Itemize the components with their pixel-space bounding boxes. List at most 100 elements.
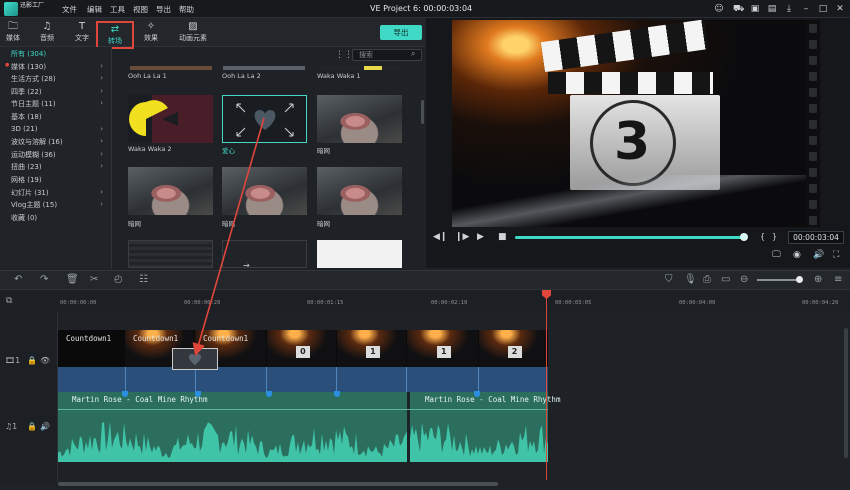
volume-icon[interactable]: 🔊 (40, 422, 50, 431)
beat-marker[interactable] (334, 391, 340, 397)
caption-icon[interactable]: ▭ (721, 274, 730, 285)
monitor-icon[interactable]: 🖵 (772, 250, 781, 260)
adjust-icon[interactable]: ☷ (139, 274, 148, 285)
category-item[interactable]: 扭曲 (23) › (11, 162, 109, 172)
close-icon[interactable]: ✕ (835, 4, 845, 14)
video-clip[interactable]: 0 (267, 330, 337, 367)
maximize-icon[interactable]: □ (818, 4, 828, 14)
tile-lines-2[interactable]: → (222, 240, 307, 268)
zoom-out-icon[interactable]: ⊖ (740, 274, 748, 285)
zoom-slider[interactable] (757, 279, 801, 281)
tab-text[interactable]: T 文字 (65, 20, 99, 46)
beat-marker[interactable] (195, 391, 201, 397)
category-item[interactable]: 运动模糊 (36) › (11, 150, 109, 160)
beat-marker[interactable] (122, 391, 128, 397)
tile-darknet-4[interactable] (317, 167, 402, 215)
grid-view-icon[interactable]: ⋮⋮ (335, 50, 353, 60)
menu-file[interactable]: 文件 (62, 4, 77, 15)
timeline-v-scrollbar[interactable] (844, 328, 848, 458)
minimize-icon[interactable]: – (801, 4, 811, 14)
box-icon[interactable]: ▣ (750, 4, 760, 14)
tile-lines-1[interactable] (128, 240, 213, 268)
beat-marker[interactable] (474, 391, 480, 397)
menu-help[interactable]: 帮助 (179, 4, 194, 15)
category-item[interactable]: 四季 (22) › (11, 87, 109, 97)
cut-icon[interactable]: ✂ (90, 274, 98, 285)
tile-waka-waka-2[interactable] (128, 95, 213, 143)
category-item[interactable]: 媒体 (130) ● › (5, 62, 109, 72)
add-track-icon[interactable]: ⧉ (6, 296, 12, 306)
tile-heart[interactable] (222, 95, 307, 143)
menu-export[interactable]: 导出 (156, 4, 171, 15)
zoom-handle[interactable] (796, 276, 803, 283)
category-item[interactable]: Vlog主题 (15) › (11, 200, 109, 210)
video-clip-strip[interactable] (58, 367, 548, 392)
scrub-handle[interactable] (740, 233, 748, 241)
beat-marker[interactable] (266, 391, 272, 397)
audio-volume-line[interactable] (58, 409, 548, 410)
tab-transition[interactable]: ⇄ 转场 (96, 21, 134, 49)
tile-darknet-1[interactable] (317, 95, 402, 143)
zoom-in-icon[interactable]: ⊕ (814, 274, 822, 285)
eye-icon[interactable]: 👁 (40, 356, 50, 365)
video-clip[interactable]: 1 (337, 330, 407, 367)
mark-in-icon[interactable]: { (760, 232, 765, 241)
mark-out-icon[interactable]: } (772, 232, 777, 241)
category-item[interactable]: 收藏 (0) (11, 213, 109, 223)
video-clip[interactable]: 1 (407, 330, 479, 367)
volume-icon[interactable]: 🔊 (813, 250, 824, 260)
redo-icon[interactable]: ↷ (40, 274, 48, 285)
voiceover-icon[interactable]: ⎙ (703, 274, 711, 285)
clip-separator (336, 367, 337, 392)
tab-effects[interactable]: ✧ 效果 (134, 20, 168, 46)
category-item[interactable]: 网格 (19) (11, 175, 109, 185)
video-clip[interactable]: Countdown1 (58, 330, 125, 367)
download-icon[interactable]: ⤓ (784, 4, 794, 14)
playhead-line[interactable] (546, 290, 547, 480)
category-item[interactable]: 基本 (18) (11, 112, 109, 122)
chevron-right-icon: › (100, 124, 103, 133)
prev-frame-icon[interactable]: ❙▶ (455, 232, 469, 242)
tile-ooh-la-la-2[interactable] (223, 66, 305, 70)
tab-animated-elements[interactable]: ▨ 动画元素 (175, 20, 211, 46)
menu-tools[interactable]: 工具 (110, 4, 125, 15)
search-icon[interactable]: ⌕ (411, 49, 415, 59)
export-button[interactable]: 导出 (380, 25, 422, 40)
transition-clip[interactable] (172, 348, 218, 370)
fullscreen-icon[interactable]: ⛶ (833, 250, 839, 260)
category-item[interactable]: 波纹与溶解 (16) › (11, 137, 109, 147)
delete-icon[interactable]: 🗑 (66, 274, 79, 285)
menu-edit[interactable]: 编辑 (87, 4, 102, 15)
snapshot-icon[interactable]: ◉ (793, 250, 801, 260)
tile-ooh-la-la-1[interactable] (130, 66, 212, 70)
tab-label: 动画元素 (179, 34, 207, 42)
tile-waka-waka-1[interactable] (317, 66, 399, 70)
play-icon[interactable]: ▶ (477, 232, 484, 242)
fit-icon[interactable]: ≡ (834, 274, 842, 285)
mic-icon[interactable]: 🎙 (684, 274, 697, 285)
category-item[interactable]: 所有 (304) (11, 49, 109, 59)
timeline-h-scrollbar[interactable] (58, 482, 498, 486)
step-back-icon[interactable]: ◀❙ (433, 232, 447, 242)
marker-icon[interactable]: ⛉ (665, 274, 673, 285)
tab-media[interactable]: 🗀 媒体 (0, 20, 30, 46)
tile-white[interactable] (317, 240, 402, 268)
gift-icon[interactable]: ▤ (767, 4, 777, 14)
lock-icon[interactable]: 🔒 (27, 356, 37, 365)
tile-darknet-2[interactable] (128, 167, 213, 215)
stop-icon[interactable]: ■ (498, 232, 507, 242)
user-icon[interactable]: ☺ (714, 4, 724, 14)
undo-icon[interactable]: ↶ (14, 274, 22, 285)
menu-view[interactable]: 视图 (133, 4, 148, 15)
category-item[interactable]: 3D (21) › (11, 125, 109, 133)
cart-icon[interactable]: ⛟ (733, 4, 744, 14)
video-clip[interactable]: 2 (479, 330, 548, 367)
tab-audio[interactable]: ♫ 音频 (30, 20, 64, 46)
category-item[interactable]: 生活方式 (28) › (11, 74, 109, 84)
library-scrollbar[interactable] (421, 100, 424, 124)
category-item[interactable]: 幻灯片 (31) › (11, 188, 109, 198)
category-item[interactable]: 节日主题 (11) › (11, 99, 109, 109)
lock-icon[interactable]: 🔒 (27, 422, 37, 431)
speed-icon[interactable]: ◴ (114, 274, 123, 285)
tile-darknet-3[interactable] (222, 167, 307, 215)
